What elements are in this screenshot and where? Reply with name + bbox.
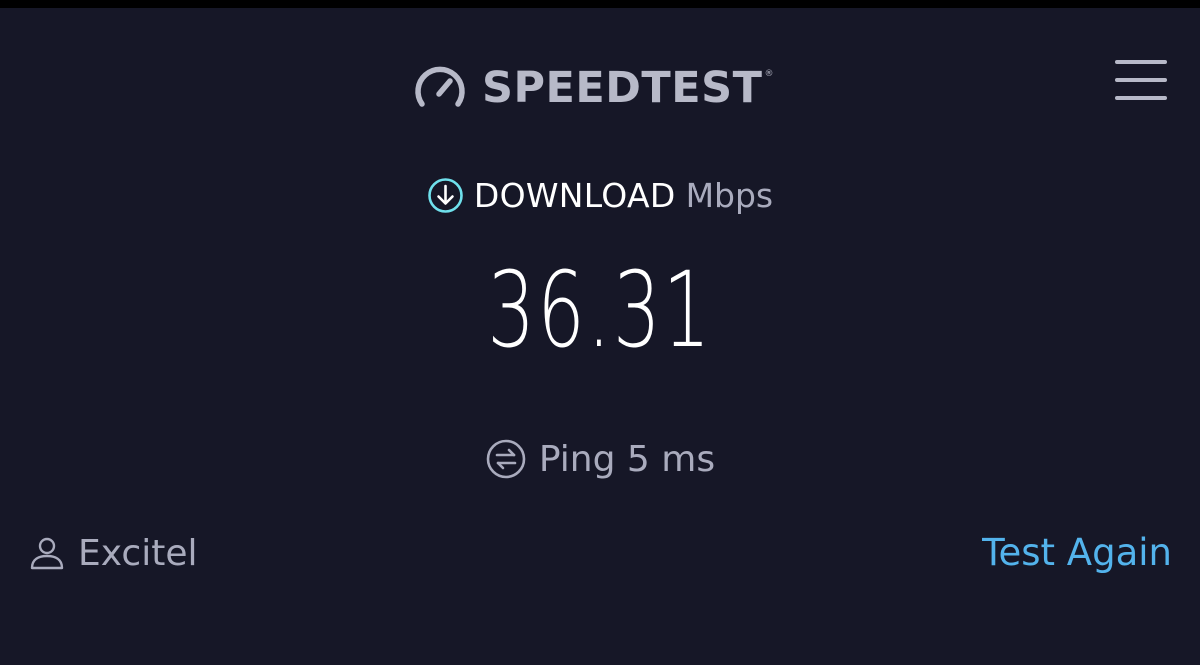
test-again-button[interactable]: Test Again xyxy=(982,526,1172,580)
registered-mark: ® xyxy=(764,69,774,79)
download-speed-value: 36.31 xyxy=(487,249,713,371)
speedometer-icon xyxy=(415,66,465,107)
logo-text: SPEEDTEST xyxy=(482,63,763,113)
ping-info: Ping 5 ms xyxy=(0,432,1200,486)
download-header: DOWNLOAD Mbps xyxy=(0,170,1200,220)
provider-info: Excitel xyxy=(28,526,197,580)
download-unit: Mbps xyxy=(685,175,774,215)
speedtest-result-screen: SPEEDTEST ® DOWNLOAD Mbps 36.31 Ping 5 m… xyxy=(0,0,1200,665)
download-arrow-icon xyxy=(428,177,463,213)
hamburger-menu-icon xyxy=(1115,78,1167,82)
hamburger-menu-icon xyxy=(1115,96,1167,100)
menu-button[interactable] xyxy=(1112,58,1170,102)
status-bar xyxy=(0,0,1200,8)
user-icon xyxy=(30,537,64,570)
download-label: DOWNLOAD xyxy=(473,175,676,215)
provider-name: Excitel xyxy=(78,532,198,574)
speedtest-logo: SPEEDTEST ® xyxy=(412,60,773,116)
ping-text: Ping 5 ms xyxy=(538,438,716,480)
ping-icon xyxy=(486,439,526,479)
hamburger-menu-icon xyxy=(1115,60,1167,64)
